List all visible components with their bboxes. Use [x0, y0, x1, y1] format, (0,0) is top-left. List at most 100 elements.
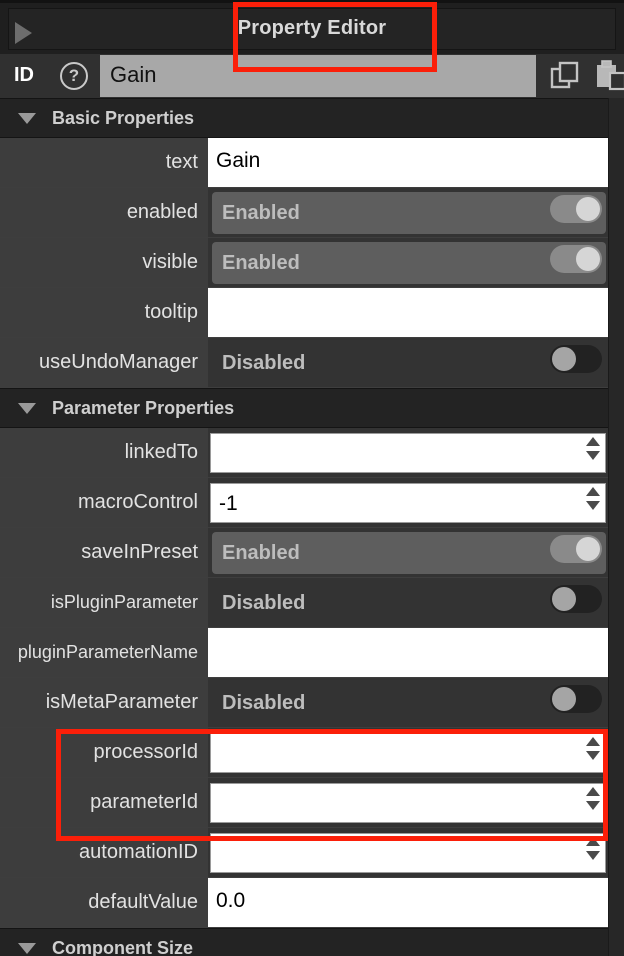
caret-down-icon — [18, 402, 36, 414]
copy-icon[interactable] — [546, 57, 584, 95]
window-titlebar: Property Editor — [0, 0, 624, 54]
toggle-state-label: Disabled — [222, 351, 306, 374]
toggle-row[interactable]: Enabled — [212, 192, 606, 234]
vertical-scrollbar[interactable] — [608, 98, 624, 956]
toggle-state-label: Disabled — [222, 591, 306, 614]
property-value-cell: Enabled — [208, 238, 608, 287]
text-input[interactable]: Gain — [208, 138, 608, 187]
property-label: text — [0, 138, 208, 187]
property-value-cell — [208, 778, 608, 827]
property-value-cell: Disabled — [208, 338, 608, 387]
property-label: saveInPreset — [0, 528, 208, 577]
text-input[interactable] — [208, 628, 608, 677]
property-value-cell — [208, 828, 608, 877]
combo-input[interactable] — [210, 833, 606, 873]
page-title: Property Editor — [237, 17, 387, 39]
toggle-knob — [576, 537, 600, 561]
toggle-row[interactable]: Enabled — [212, 242, 606, 284]
spinner-arrows-icon[interactable] — [586, 787, 600, 811]
toggle-knob — [552, 587, 576, 611]
property-value-cell: Enabled — [208, 188, 608, 237]
property-value-cell: Disabled — [208, 578, 608, 627]
property-label: automationID — [0, 828, 208, 877]
toggle-knob — [576, 197, 600, 221]
toggle-switch[interactable] — [550, 685, 602, 713]
caret-down-icon — [18, 942, 36, 954]
toggle-switch[interactable] — [550, 345, 602, 373]
property-value-cell — [208, 428, 608, 477]
section-title: Parameter Properties — [52, 397, 235, 418]
combo-input[interactable] — [210, 433, 606, 473]
property-value-cell — [208, 728, 608, 777]
property-editor-panel: Property Editor ID ? Gain Basic Properti… — [0, 0, 624, 956]
property-value-cell — [208, 288, 608, 337]
property-label: parameterId — [0, 778, 208, 827]
property-row: saveInPreset Enabled — [0, 528, 624, 578]
paste-icon[interactable] — [592, 57, 624, 95]
property-row: isMetaParameter Disabled — [0, 678, 624, 728]
section-title: Basic Properties — [52, 107, 195, 128]
section-header[interactable]: Basic Properties — [0, 98, 624, 138]
toggle-state-label: Enabled — [222, 251, 300, 274]
property-label: defaultValue — [0, 878, 208, 927]
property-label: processorId — [0, 728, 208, 777]
section-title: Component Size — [52, 937, 194, 956]
property-label: visible — [0, 238, 208, 287]
property-row: pluginParameterName — [0, 628, 624, 678]
property-row: tooltip — [0, 288, 624, 338]
spinner-arrows-icon[interactable] — [586, 437, 600, 461]
toggle-knob — [576, 247, 600, 271]
toggle-row[interactable]: Enabled — [212, 532, 606, 574]
property-label: isPluginParameter — [0, 578, 208, 627]
text-input[interactable] — [208, 288, 608, 337]
spinner-arrows-icon[interactable] — [586, 837, 600, 861]
id-input[interactable]: Gain — [100, 55, 536, 97]
toggle-state-label: Disabled — [222, 691, 306, 714]
toggle-row[interactable]: Disabled — [212, 342, 606, 384]
property-label: pluginParameterName — [0, 628, 208, 677]
toggle-state-label: Enabled — [222, 541, 300, 564]
spinner-arrows-icon[interactable] — [586, 487, 600, 511]
help-icon[interactable]: ? — [60, 62, 88, 90]
spinner-arrows-icon[interactable] — [586, 737, 600, 761]
property-value-cell — [208, 628, 608, 677]
property-row: text Gain — [0, 138, 624, 188]
property-row: processorId — [0, 728, 624, 778]
combo-input[interactable]: -1 — [210, 483, 606, 523]
toggle-knob — [552, 687, 576, 711]
property-row: useUndoManager Disabled — [0, 338, 624, 388]
property-row: visible Enabled — [0, 238, 624, 288]
property-value-cell: Disabled — [208, 678, 608, 727]
combo-input[interactable] — [210, 733, 606, 773]
text-input[interactable]: 0.0 — [208, 878, 608, 927]
property-value-cell: Enabled — [208, 528, 608, 577]
toggle-state-label: Enabled — [222, 201, 300, 224]
caret-down-icon — [18, 112, 36, 124]
toggle-switch[interactable] — [550, 245, 602, 273]
toggle-row[interactable]: Disabled — [212, 582, 606, 624]
property-label: isMetaParameter — [0, 678, 208, 727]
section-header[interactable]: Parameter Properties — [0, 388, 624, 428]
section-header[interactable]: Component Size — [0, 928, 624, 956]
property-row: parameterId — [0, 778, 624, 828]
toggle-switch[interactable] — [550, 585, 602, 613]
property-label: linkedTo — [0, 428, 208, 477]
property-list[interactable]: Basic Properties text Gain enabled Enabled vi… — [0, 98, 624, 956]
property-row: isPluginParameter Disabled — [0, 578, 624, 628]
property-row: automationID — [0, 828, 624, 878]
toggle-switch[interactable] — [550, 195, 602, 223]
property-row: macroControl -1 — [0, 478, 624, 528]
property-label: enabled — [0, 188, 208, 237]
property-label: tooltip — [0, 288, 208, 337]
toggle-switch[interactable] — [550, 535, 602, 563]
property-row: linkedTo — [0, 428, 624, 478]
property-label: macroControl — [0, 478, 208, 527]
combo-input[interactable] — [210, 783, 606, 823]
property-value-cell: -1 — [208, 478, 608, 527]
property-row: enabled Enabled — [0, 188, 624, 238]
toggle-row[interactable]: Disabled — [212, 682, 606, 724]
property-value-cell: Gain — [208, 138, 608, 187]
property-label: useUndoManager — [0, 338, 208, 387]
property-row: defaultValue 0.0 — [0, 878, 624, 928]
toggle-knob — [552, 347, 576, 371]
